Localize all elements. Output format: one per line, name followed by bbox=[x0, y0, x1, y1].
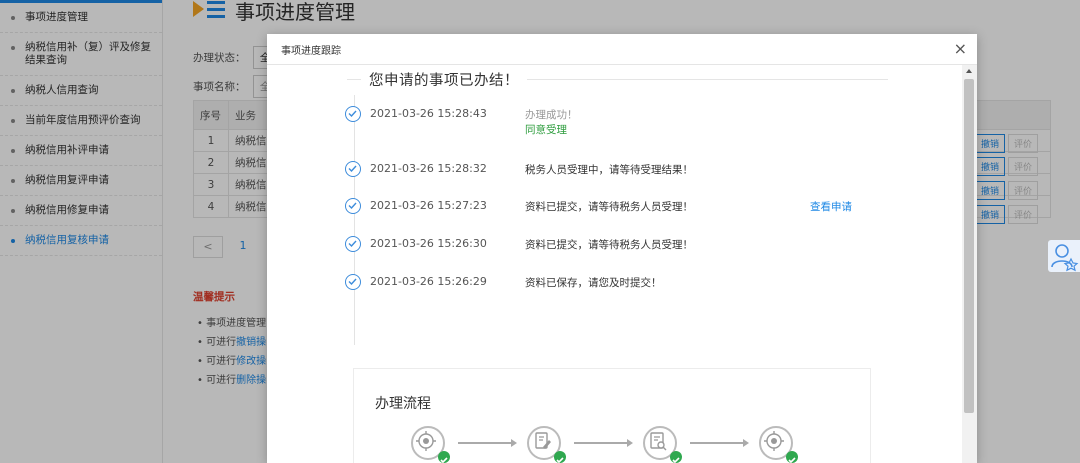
timeline-item: 2021-03-26 15:26:29 资料已保存，请您及时提交！ bbox=[345, 274, 945, 294]
check-badge-icon bbox=[670, 451, 682, 463]
check-circle-icon bbox=[345, 106, 361, 122]
completion-title: 您申请的事项已办结！ bbox=[361, 69, 527, 90]
arrow-right-icon bbox=[458, 439, 517, 447]
timeline-message: 税务人员受理中，请等待受理结果！ bbox=[525, 164, 693, 176]
timeline-time: 2021-03-26 15:27:23 bbox=[370, 199, 487, 212]
finish-icon bbox=[759, 426, 798, 463]
timeline-message: 办理成功！ bbox=[525, 109, 578, 121]
arrow-right-icon bbox=[690, 439, 749, 447]
timeline-axis bbox=[354, 95, 355, 345]
timeline-item: 2021-03-26 15:26:30 资料已提交，请等待税务人员受理！ bbox=[345, 236, 945, 256]
edit-icon bbox=[527, 426, 566, 463]
process-flow: 办理流程 开始 bbox=[353, 368, 871, 463]
dialog-title: 事项进度跟踪 bbox=[281, 46, 341, 57]
timeline-message: 资料已提交，请等待税务人员受理！ bbox=[525, 239, 693, 251]
timeline-time: 2021-03-26 15:28:32 bbox=[370, 162, 487, 175]
scroll-thumb[interactable] bbox=[964, 79, 974, 413]
check-badge-icon bbox=[438, 451, 450, 463]
check-circle-icon bbox=[345, 274, 361, 290]
search-doc-icon bbox=[643, 426, 682, 463]
flow-step-finish: 完成 bbox=[746, 426, 806, 463]
view-application-link[interactable]: 查看申请 bbox=[810, 199, 852, 214]
dialog-header: 事项进度跟踪 × bbox=[267, 34, 977, 65]
timeline-time: 2021-03-26 15:28:43 bbox=[370, 107, 487, 120]
arrow-right-icon bbox=[574, 439, 633, 447]
check-badge-icon bbox=[554, 451, 566, 463]
timeline-item: 2021-03-26 15:27:23 资料已提交，请等待税务人员受理！ 查看申… bbox=[345, 198, 945, 218]
flow-step-start: 开始 bbox=[398, 426, 458, 463]
check-badge-icon bbox=[786, 451, 798, 463]
close-icon[interactable]: × bbox=[954, 39, 967, 58]
check-circle-icon bbox=[345, 236, 361, 252]
timeline-time: 2021-03-26 15:26:30 bbox=[370, 237, 487, 250]
scroll-up-icon[interactable] bbox=[966, 69, 972, 73]
timeline-message: 资料已提交，请等待税务人员受理！ bbox=[525, 201, 693, 213]
progress-dialog: 事项进度跟踪 × 您申请的事项已办结！ 2021-03-26 15:28:43 … bbox=[267, 34, 977, 463]
timeline-time: 2021-03-26 15:26:29 bbox=[370, 275, 487, 288]
customer-service-icon[interactable] bbox=[1048, 240, 1080, 272]
check-circle-icon bbox=[345, 198, 361, 214]
dialog-body: 您申请的事项已办结！ 2021-03-26 15:28:43 办理成功！ 同意受… bbox=[267, 65, 962, 463]
timeline-message: 资料已保存，请您及时提交！ bbox=[525, 277, 662, 289]
start-icon bbox=[411, 426, 450, 463]
dialog-scrollbar[interactable] bbox=[962, 65, 977, 463]
flow-step-accept: 受理 bbox=[630, 426, 690, 463]
timeline-result: 同意受理 bbox=[525, 124, 567, 136]
check-circle-icon bbox=[345, 161, 361, 177]
process-flow-title: 办理流程 bbox=[375, 396, 431, 412]
timeline-item: 2021-03-26 15:28:43 办理成功！ 同意受理 bbox=[345, 106, 945, 136]
timeline-item: 2021-03-26 15:28:32 税务人员受理中，请等待受理结果！ bbox=[345, 161, 945, 181]
flow-step-submit: 提交 bbox=[514, 426, 574, 463]
